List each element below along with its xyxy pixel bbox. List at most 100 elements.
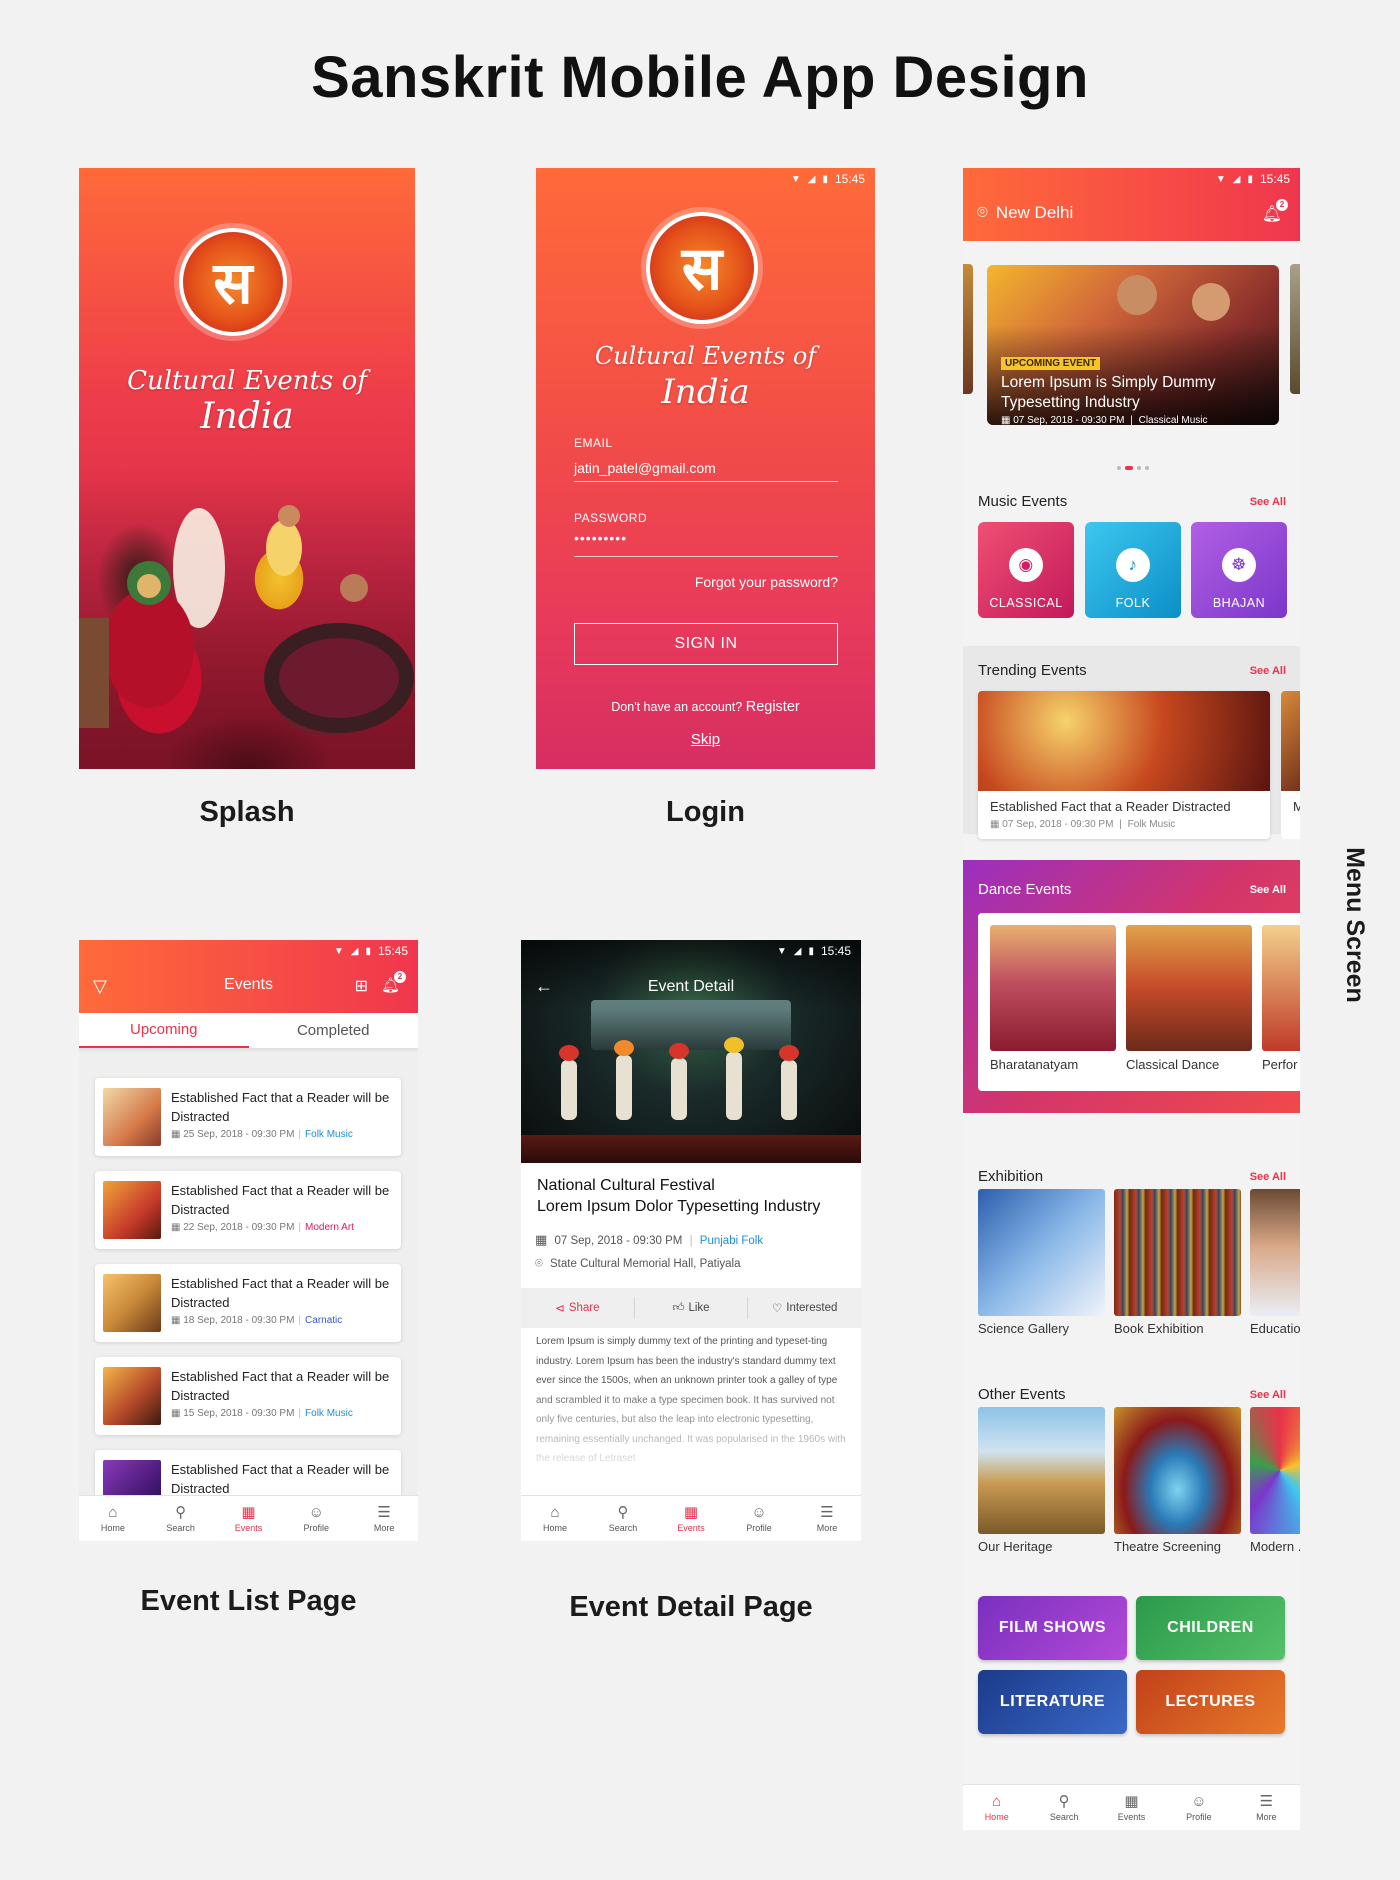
event-list-item[interactable]: Established Fact that a Reader will be D…	[95, 1078, 401, 1156]
location-selector[interactable]: ⌾ New Delhi	[977, 202, 1073, 223]
event-thumbnail	[103, 1181, 161, 1239]
nav-home[interactable]: ⌂ Home	[79, 1496, 147, 1541]
music-section-header: Music Events See All	[978, 493, 1286, 510]
calendar-icon: ▦	[990, 819, 1000, 830]
nav-more[interactable]: ☰ More	[793, 1496, 861, 1541]
other-thumb-modern[interactable]	[1250, 1407, 1300, 1534]
tab-completed[interactable]: Completed	[249, 1013, 419, 1048]
nav-home[interactable]: ⌂ Home	[963, 1785, 1030, 1830]
category-children[interactable]: CHILDREN	[1136, 1596, 1285, 1660]
notification-bell-icon[interactable]: 🔔︎ 2	[1262, 199, 1288, 224]
dance-thumb-performance[interactable]	[1262, 925, 1300, 1051]
calendar-icon: ▦	[535, 1232, 548, 1247]
sign-in-button[interactable]: SIGN IN	[574, 623, 838, 665]
notification-bell-icon[interactable]: 🔔︎ 2	[381, 971, 406, 994]
status-time: 15:45	[377, 944, 408, 958]
other-thumb-heritage[interactable]	[978, 1407, 1105, 1534]
other-see-all-link[interactable]: See All	[1250, 1389, 1286, 1401]
trending-see-all-link[interactable]: See All	[1250, 665, 1286, 677]
signal-icon: ◢	[793, 945, 802, 957]
forgot-password-link[interactable]: Forgot your password?	[695, 574, 838, 590]
tab-upcoming[interactable]: Upcoming	[79, 1013, 249, 1048]
event-detail-screen: ▼ ◢ ▮ 15:45 ← Event Detail National Cult…	[521, 940, 861, 1541]
nav-profile[interactable]: ☺ Profile	[282, 1496, 350, 1541]
hero-card[interactable]: UPCOMING EVENT Lorem Ipsum is Simply Dum…	[987, 265, 1279, 425]
music-tile-bhajan[interactable]: ☸ BHAJAN	[1191, 522, 1287, 618]
nav-search[interactable]: ⚲ Search	[147, 1496, 215, 1541]
event-list-item[interactable]: Established Fact that a Reader will be D…	[95, 1171, 401, 1249]
nav-search[interactable]: ⚲ Search	[1030, 1785, 1097, 1830]
nav-home[interactable]: ⌂ Home	[521, 1496, 589, 1541]
other-thumb-theatre[interactable]	[1114, 1407, 1241, 1534]
exhibition-thumb-education[interactable]	[1250, 1189, 1300, 1316]
status-time: 15:45	[1259, 172, 1290, 186]
event-venue: State Cultural Memorial Hall, Patiyala	[550, 1258, 741, 1270]
event-list-item[interactable]: Established Fact that a Reader will be D…	[95, 1357, 401, 1435]
exhibition-see-all-link[interactable]: See All	[1250, 1171, 1286, 1183]
bottom-nav: ⌂ Home ⚲ Search ▦ Events ☺ Profile ☰ More	[521, 1495, 861, 1541]
nav-profile[interactable]: ☺ Profile	[725, 1496, 793, 1541]
hero-date: 07 Sep, 2018 - 09:30 PM	[1013, 415, 1125, 425]
trending-card-peek[interactable]: M	[1281, 691, 1300, 839]
wifi-icon: ▼	[333, 945, 344, 957]
calendar-icon: ▦	[241, 1504, 256, 1521]
nav-more[interactable]: ☰ More	[1233, 1785, 1300, 1830]
brand-line1: Cultural Events of	[127, 366, 367, 396]
menu-screen: ▼ ◢ ▮ 15:45 ⌾ New Delhi 🔔︎ 2 UPCOMING EV…	[963, 168, 1300, 1830]
event-item-meta: ▦ 15 Sep, 2018 - 09:30 PM | Folk Music	[171, 1408, 353, 1419]
event-tabs: Upcoming Completed	[79, 1013, 418, 1048]
register-prompt: Don't have an account? Register	[536, 699, 875, 715]
skip-link[interactable]: Skip	[536, 731, 875, 748]
nav-events[interactable]: ▦ Events	[1098, 1785, 1165, 1830]
search-icon: ⚲	[1058, 1793, 1070, 1810]
event-list-item[interactable]: Established Fact that a Reader will be D…	[95, 1264, 401, 1342]
grid-view-icon[interactable]: ⊞	[355, 976, 368, 996]
category-lectures[interactable]: LECTURES	[1136, 1670, 1285, 1734]
dance-see-all-link[interactable]: See All	[1250, 884, 1286, 896]
music-tile-label: FOLK	[1115, 596, 1151, 610]
dance-thumb-bharatanatyam[interactable]	[990, 925, 1116, 1051]
battery-icon: ▮	[822, 173, 828, 185]
event-item-category: Folk Music	[305, 1129, 353, 1140]
bottom-nav: ⌂ Home ⚲ Search ▦ Events ☺ Profile ☰ More	[79, 1495, 418, 1541]
signal-icon: ◢	[1232, 173, 1241, 185]
event-item-meta: ▦ 18 Sep, 2018 - 09:30 PM | Carnatic	[171, 1315, 343, 1326]
calendar-icon: ▦	[171, 1129, 181, 1140]
music-see-all-link[interactable]: See All	[1250, 496, 1286, 508]
music-tile-classical[interactable]: ◉ CLASSICAL	[978, 522, 1074, 618]
search-icon: ⚲	[617, 1504, 629, 1521]
nav-events[interactable]: ▦ Events	[657, 1496, 725, 1541]
nav-search[interactable]: ⚲ Search	[589, 1496, 657, 1541]
dance-thumb-classical[interactable]	[1126, 925, 1252, 1051]
category-film-shows[interactable]: FILM SHOWS	[978, 1596, 1127, 1660]
calendar-icon: ▦	[683, 1504, 699, 1521]
other-label: Theatre Screening	[1114, 1539, 1221, 1554]
exhibition-label: Science Gallery	[978, 1321, 1070, 1336]
dance-label: Classical Dance	[1126, 1057, 1220, 1072]
caption-splash: Splash	[199, 796, 295, 828]
notification-count-badge: 2	[1276, 199, 1288, 211]
music-tile-folk[interactable]: ♪ FOLK	[1085, 522, 1181, 618]
profile-icon: ☺	[751, 1504, 767, 1521]
nav-more[interactable]: ☰ More	[350, 1496, 418, 1541]
nav-profile[interactable]: ☺ Profile	[1165, 1785, 1232, 1830]
trending-card[interactable]: Established Fact that a Reader Distracte…	[978, 691, 1270, 839]
register-link[interactable]: Register	[746, 699, 800, 715]
event-category: Punjabi Folk	[699, 1235, 764, 1247]
event-item-title: Established Fact that a Reader will be D…	[171, 1462, 390, 1496]
music-tile-label: CLASSICAL	[989, 596, 1063, 610]
like-button[interactable]: 👍︎ Like	[635, 1297, 749, 1319]
interested-button[interactable]: ♡ Interested	[748, 1297, 861, 1319]
hero-peek-left	[963, 264, 973, 394]
email-field[interactable]: jatin_patel@gmail.com	[574, 460, 716, 476]
share-button[interactable]: ⊲ Share	[521, 1297, 635, 1319]
nav-events[interactable]: ▦ Events	[215, 1496, 283, 1541]
carousel-dots[interactable]	[1117, 466, 1149, 470]
category-literature[interactable]: LITERATURE	[978, 1670, 1127, 1734]
password-field[interactable]: •••••••••	[574, 530, 627, 546]
exhibition-thumb-science[interactable]	[978, 1189, 1105, 1316]
exhibition-thumb-books[interactable]	[1114, 1189, 1241, 1316]
app-logo: स	[179, 228, 287, 336]
share-icon: ⊲	[555, 1303, 565, 1315]
exhibition-label: Educatio	[1250, 1321, 1300, 1336]
